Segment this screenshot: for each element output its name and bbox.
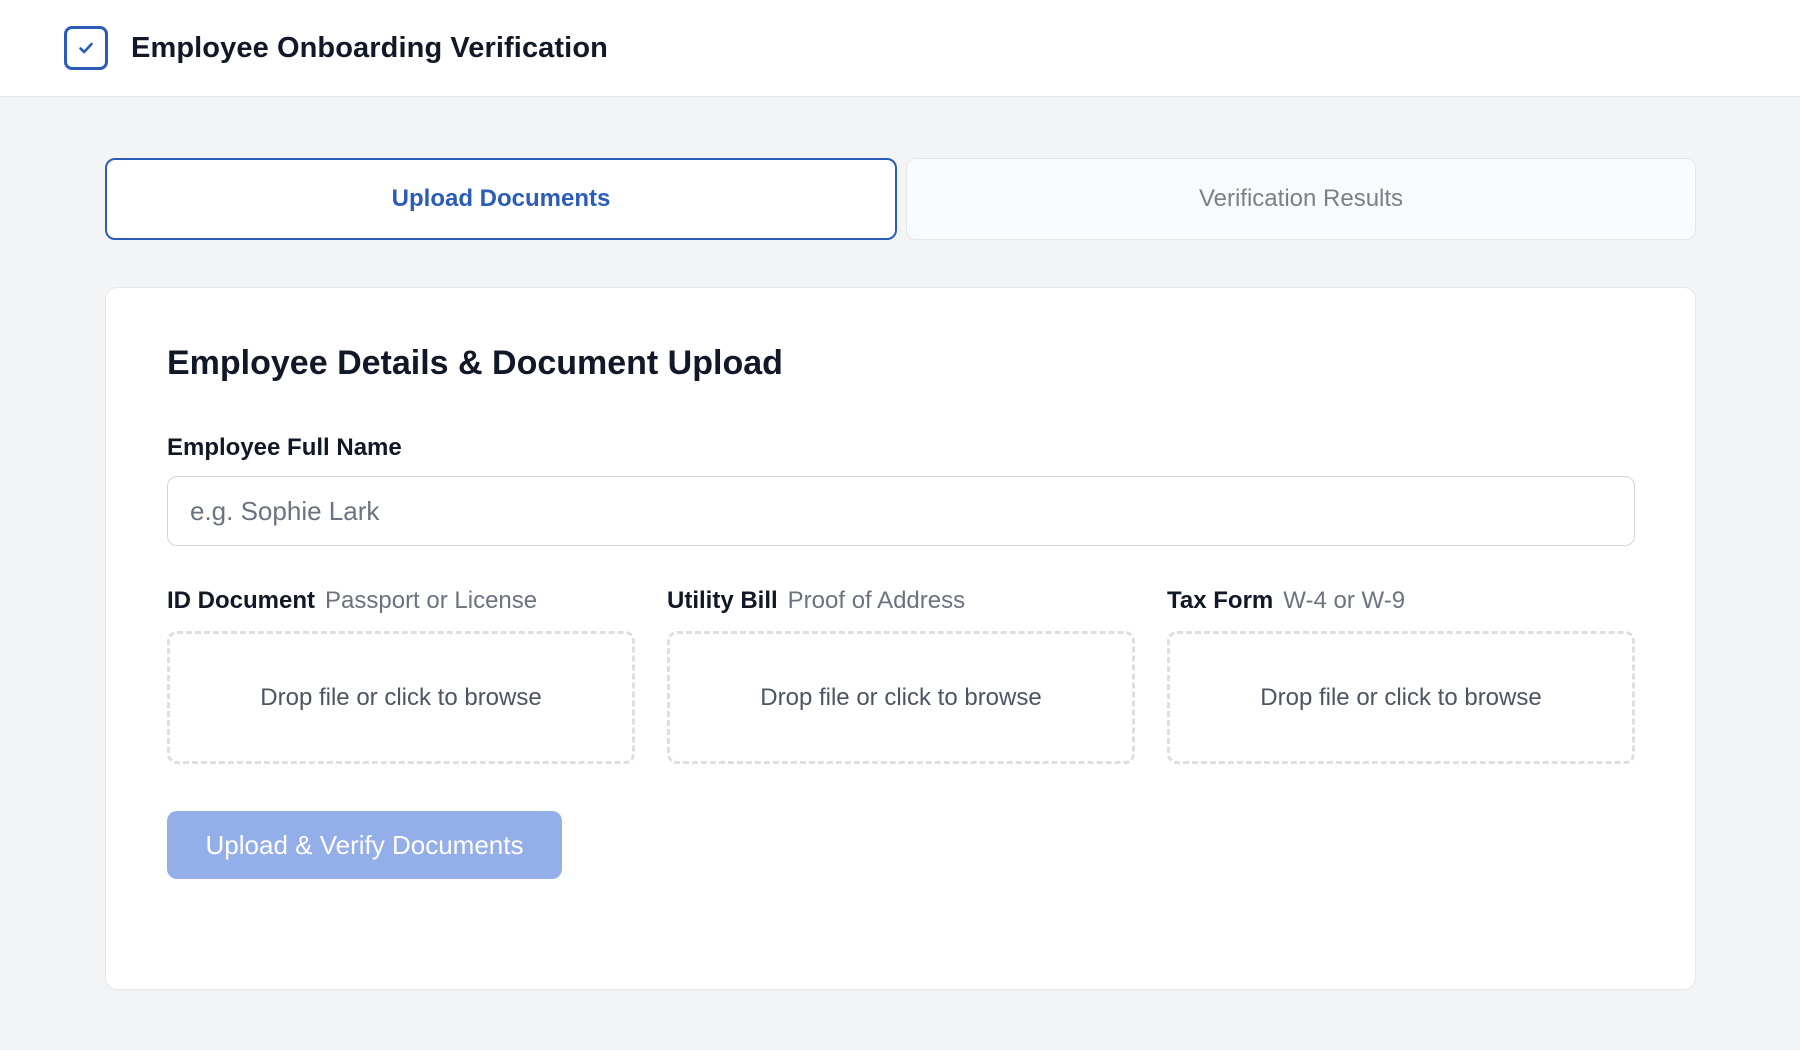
upload-utility-bill: Utility Bill Proof of Address Drop file o… — [667, 587, 1135, 764]
upload-label-hint: W-4 or W-9 — [1283, 587, 1406, 614]
checkmark-icon — [79, 42, 93, 54]
card-title: Employee Details & Document Upload — [167, 344, 783, 382]
app-header: Employee Onboarding Verification — [0, 0, 1800, 97]
upload-id-document: ID Document Passport or License Drop file… — [167, 587, 635, 764]
upload-label: Tax Form W-4 or W-9 — [1167, 587, 1635, 617]
checkbox-check-icon — [64, 26, 108, 70]
tab-upload-documents[interactable]: Upload Documents — [105, 158, 897, 240]
tax-form-dropzone[interactable]: Drop file or click to browse — [1167, 631, 1635, 764]
employee-name-input[interactable] — [167, 476, 1635, 546]
employee-name-label: Employee Full Name — [167, 434, 402, 461]
utility-bill-dropzone[interactable]: Drop file or click to browse — [667, 631, 1135, 764]
upload-tax-form: Tax Form W-4 or W-9 Drop file or click to… — [1167, 587, 1635, 764]
upload-verify-button[interactable]: Upload & Verify Documents — [167, 811, 562, 879]
upload-label-hint: Proof of Address — [787, 587, 966, 614]
app-title: Employee Onboarding Verification — [131, 31, 608, 64]
upload-label: ID Document Passport or License — [167, 587, 635, 617]
id-document-dropzone[interactable]: Drop file or click to browse — [167, 631, 635, 764]
tab-bar: Upload Documents Verification Results — [105, 158, 1696, 240]
upload-label-title: ID Document — [167, 587, 316, 614]
upload-card: Employee Details & Document Upload Emplo… — [105, 287, 1696, 990]
upload-label-title: Utility Bill — [667, 587, 778, 614]
document-uploads: ID Document Passport or License Drop file… — [167, 587, 1635, 764]
upload-label-hint: Passport or License — [325, 587, 538, 614]
upload-label-title: Tax Form — [1167, 587, 1274, 614]
tab-verification-results[interactable]: Verification Results — [906, 158, 1696, 240]
upload-label: Utility Bill Proof of Address — [667, 587, 1135, 617]
